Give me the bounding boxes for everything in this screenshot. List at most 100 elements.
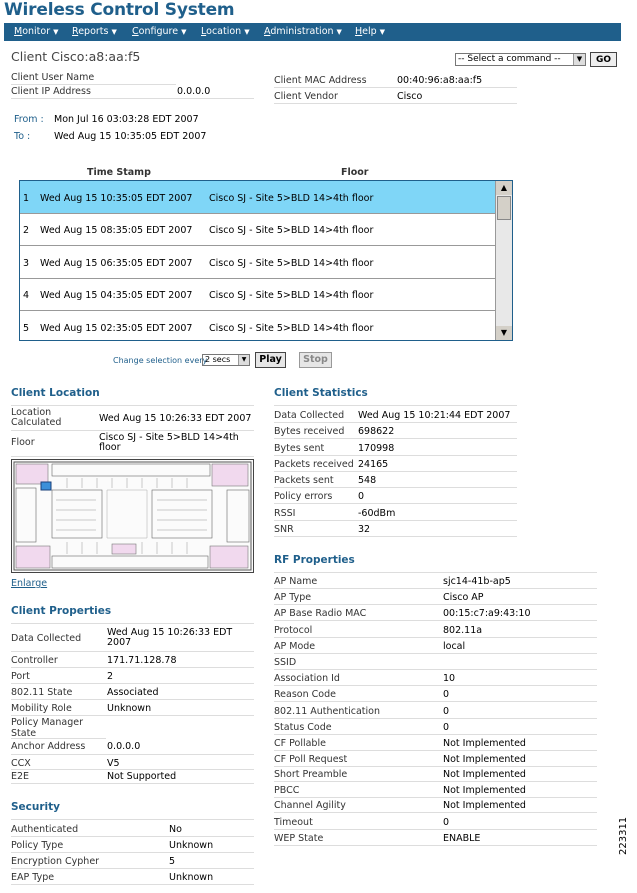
scroll-down-icon[interactable]: ▼ [496,326,512,340]
stat-label: Bytes received [274,426,345,437]
history-row[interactable]: 1 Wed Aug 15 10:35:05 EDT 2007 Cisco SJ - … [20,181,497,214]
client-properties-heading: Client Properties [11,605,112,617]
floor-map[interactable] [11,459,254,573]
prop-value: Not Supported [107,771,177,782]
prop-value: Wed Aug 15 10:26:33 EDT 2007 [107,627,233,648]
menu-monitor[interactable]: Monitor ▼ [14,26,59,37]
interval-select[interactable]: 2 secs ▼ [202,354,250,366]
prop-value: 2 [107,671,114,682]
grid-scrollbar[interactable]: ▲ ▼ [495,181,512,340]
app-title: Wireless Control System [4,0,235,20]
ip-value: 0.0.0.0 [177,86,211,97]
location-history-grid: 1 Wed Aug 15 10:35:05 EDT 2007 Cisco SJ - … [19,180,513,341]
stop-button[interactable]: Stop [299,352,332,368]
stat-value: 0 [358,491,365,502]
vendor-label: Client Vendor [274,91,338,102]
rf-value: 0 [443,817,450,828]
to-value: Wed Aug 15 10:35:05 EDT 2007 [54,131,207,142]
menu-administration[interactable]: Administration ▼ [264,26,342,37]
floor-value: Cisco SJ - Site 5>BLD 14>4th floor [99,432,239,453]
command-select[interactable]: -- Select a command -- ▼ [455,53,586,66]
rf-label: Association Id [274,673,340,684]
enlarge-link[interactable]: Enlarge [11,578,47,589]
history-row[interactable]: 5 Wed Aug 15 02:35:05 EDT 2007 Cisco SJ - … [20,311,497,340]
chevron-down-icon: ▼ [573,54,585,65]
rf-value: 0 [443,706,450,717]
security-label: Authenticated [11,824,79,835]
stat-label: Policy errors [274,491,333,502]
rf-label: PBCC [274,785,300,796]
rf-properties-heading: RF Properties [274,554,355,566]
rf-value: 10 [443,673,456,684]
prop-label: Anchor Address [11,741,86,752]
rf-label: AP Mode [274,641,316,652]
rf-value: sjc14-41b-ap5 [443,576,511,587]
stat-value: -60dBm [358,508,396,519]
client-location-heading: Client Location [11,387,100,399]
mac-value: 00:40:96:a8:aa:f5 [397,75,483,86]
location-calculated-value: Wed Aug 15 10:26:33 EDT 2007 [99,413,252,424]
prop-label: Policy Manager State [11,717,83,739]
scroll-up-icon[interactable]: ▲ [496,181,512,195]
rf-label: Channel Agility [274,800,346,811]
col-floor-header: Floor [341,167,369,178]
rf-value: 0 [443,722,450,733]
go-button[interactable]: GO [590,52,617,67]
prop-label: 802.11 State [11,687,73,698]
menu-help[interactable]: Help ▼ [355,26,385,37]
security-value: Unknown [169,872,214,883]
rf-label: Timeout [274,817,313,828]
rf-label: AP Base Radio MAC [274,608,367,619]
prop-label: Data Collected [11,633,82,644]
stat-label: Packets received [274,459,354,470]
main-menu-bar: Monitor ▼ Reports ▼ Configure ▼ Location ▼ A… [4,23,621,41]
stat-value: 24165 [358,459,389,470]
menu-reports[interactable]: Reports ▼ [72,26,117,37]
rf-value: 802.11a [443,625,483,636]
rf-value: Not Implemented [443,738,526,749]
stat-label: Packets sent [274,475,334,486]
prop-label: Controller [11,655,58,666]
security-label: EAP Type [11,872,55,883]
rf-value: Not Implemented [443,785,526,796]
stat-label: RSSI [274,508,296,519]
from-label: From : [14,114,44,125]
rf-label: WEP State [274,833,324,844]
user-name-label: Client User Name [11,72,95,83]
rf-label: SSID [274,657,297,668]
rf-label: CF Poll Request [274,754,348,765]
stat-value: 698622 [358,426,395,437]
prop-value: V5 [107,758,120,769]
security-heading: Security [11,801,61,813]
security-label: Policy Type [11,840,64,851]
chevron-down-icon: ▼ [238,355,249,365]
rf-label: AP Type [274,592,312,603]
figure-id: 223311 [618,816,629,855]
prop-label: Port [11,671,30,682]
menu-configure[interactable]: Configure ▼ [132,26,186,37]
prop-value: Unknown [107,703,152,714]
menu-location[interactable]: Location ▼ [201,26,250,37]
prop-label: E2E [11,771,30,782]
rf-value: Not Implemented [443,754,526,765]
client-statistics-heading: Client Statistics [274,387,368,399]
stat-value: 32 [358,524,371,535]
stat-label: Data Collected [274,410,345,421]
history-row[interactable]: 2 Wed Aug 15 08:35:05 EDT 2007 Cisco SJ - … [20,213,497,246]
from-value: Mon Jul 16 03:03:28 EDT 2007 [54,114,199,125]
rf-label: CF Pollable [274,738,326,749]
rf-label: Protocol [274,625,313,636]
prop-value: 171.71.128.78 [107,655,177,666]
rf-value: 00:15:c7:a9:43:10 [443,608,531,619]
scroll-thumb[interactable] [497,196,511,220]
vendor-value: Cisco [397,91,423,102]
rf-label: 802.11 Authentication [274,706,380,717]
ip-label: Client IP Address [11,86,91,97]
rf-label: Short Preamble [274,769,348,780]
history-row[interactable]: 3 Wed Aug 15 06:35:05 EDT 2007 Cisco SJ - … [20,246,497,279]
play-button[interactable]: Play [255,352,286,368]
history-row[interactable]: 4 Wed Aug 15 04:35:05 EDT 2007 Cisco SJ - … [20,278,497,311]
rf-label: Status Code [274,722,332,733]
location-calculated-label: Location Calculated [11,407,62,428]
security-value: No [169,824,182,835]
